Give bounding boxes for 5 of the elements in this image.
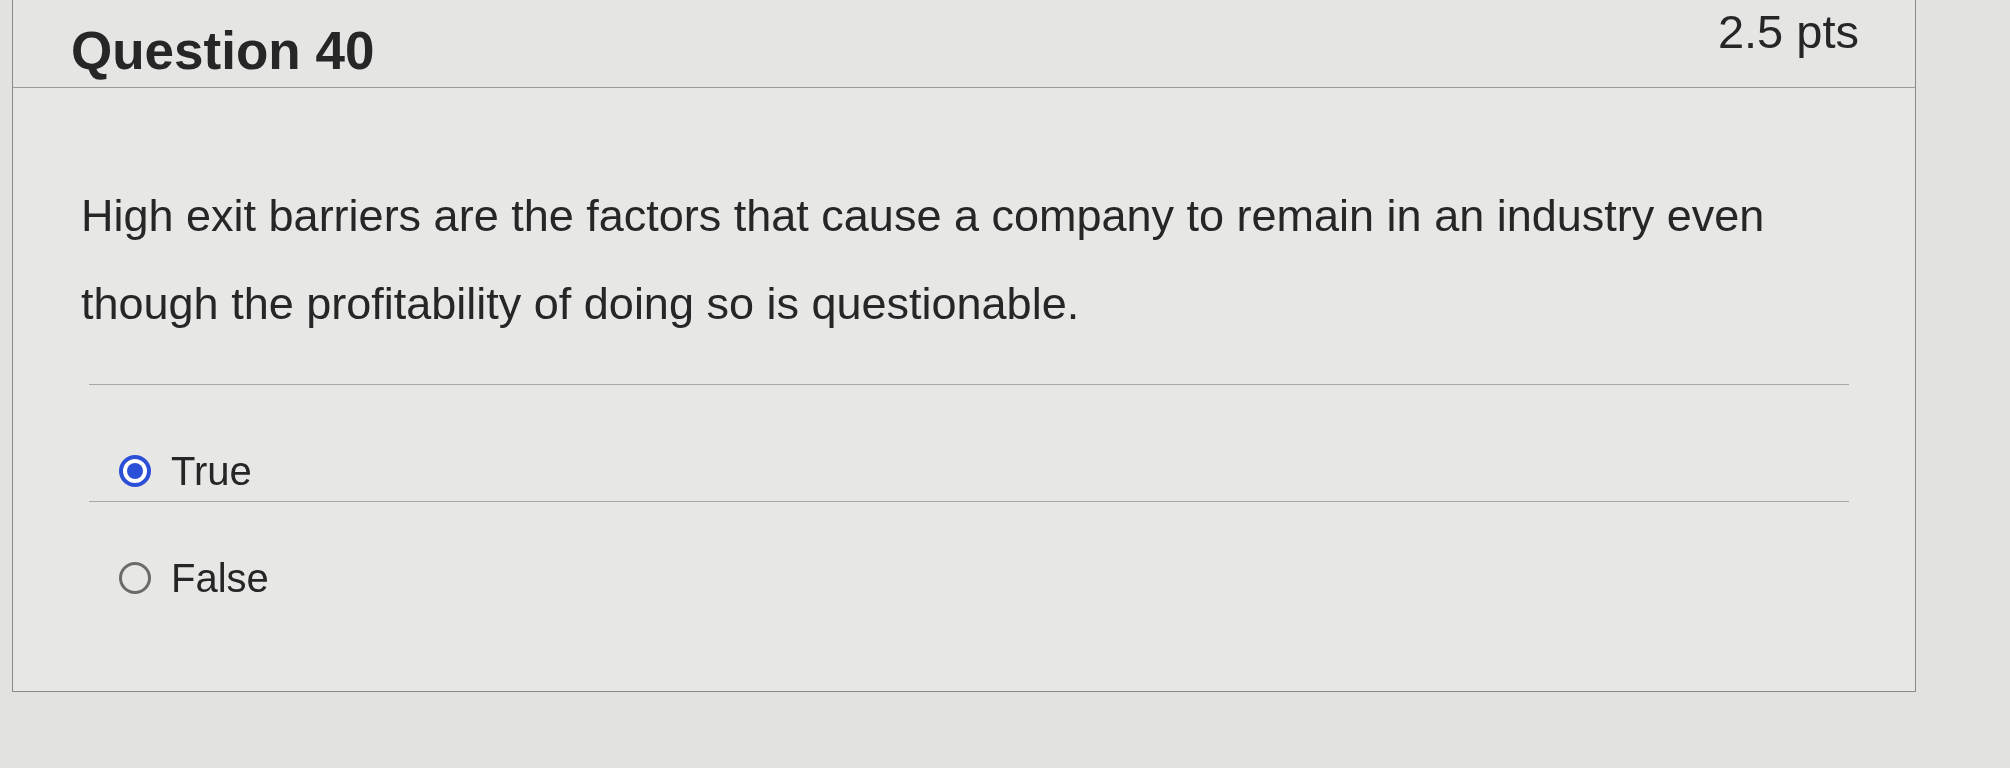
radio-button[interactable] [119,562,151,594]
radio-button[interactable] [119,455,151,487]
question-text: High exit barriers are the factors that cause a company to remain in an industry even though the profitability of doing so is questionable. [81,189,1766,331]
answer-label[interactable]: True [171,447,252,495]
answer-label[interactable]: False [171,554,269,602]
